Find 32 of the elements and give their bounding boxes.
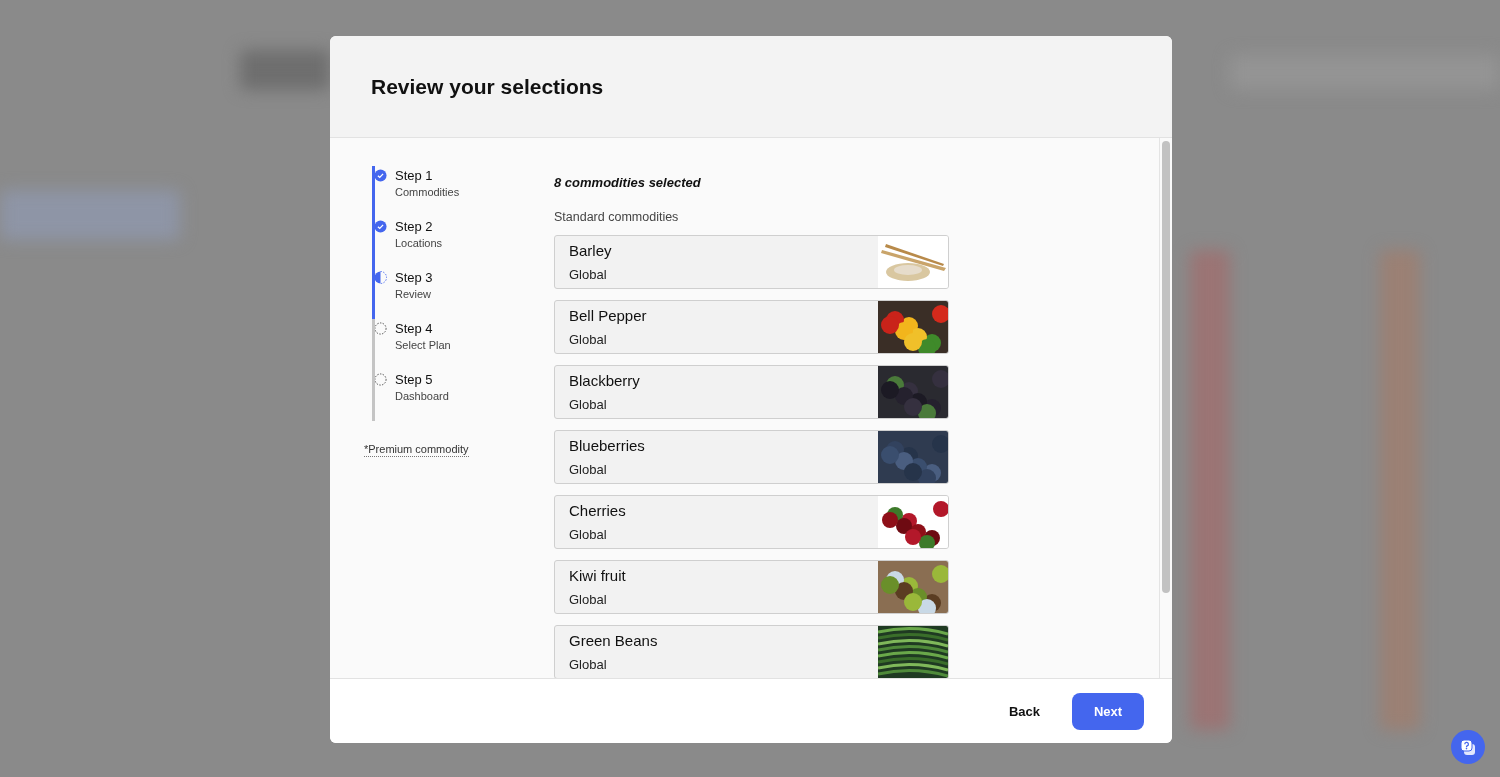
step-label: Step 3 <box>395 270 433 285</box>
selection-count: 8 commodities selected <box>554 175 702 190</box>
next-button[interactable]: Next <box>1072 692 1144 730</box>
commodity-region: Global <box>569 462 608 477</box>
commodity-region: Global <box>569 527 608 542</box>
dialog-title: Review your selections <box>371 74 604 99</box>
commodity-name: Blueberries <box>569 437 646 454</box>
commodity-name: Green Beans <box>569 632 659 649</box>
help-icon <box>1458 737 1478 757</box>
step-name: Dashboard <box>395 390 449 402</box>
back-button[interactable]: Back <box>996 693 1052 729</box>
step-name: Commodities <box>395 186 460 198</box>
step-label: Step 1 <box>395 168 434 183</box>
step-label: Step 2 <box>395 219 434 234</box>
step-name: Review <box>395 288 433 300</box>
commodity-region: Global <box>569 397 608 412</box>
commodity-region: Global <box>569 332 608 347</box>
commodity-region: Global <box>569 657 608 672</box>
commodity-region: Global <box>569 267 608 282</box>
commodity-name: Kiwi fruit <box>569 567 627 584</box>
step-name: Locations <box>395 237 443 249</box>
commodity-region: Global <box>569 592 608 607</box>
scrollbar[interactable] <box>1162 141 1170 593</box>
commodity-name: Blackberry <box>569 372 641 389</box>
commodity-name: Barley <box>569 242 613 259</box>
step-label: Step 5 <box>395 372 434 387</box>
premium-note: *Premium commodity <box>364 443 469 457</box>
step-name: Select Plan <box>395 339 451 351</box>
section-label: Standard commodities <box>554 210 680 224</box>
commodity-name: Bell Pepper <box>569 307 648 324</box>
step-label: Step 4 <box>395 321 434 336</box>
commodity-name: Cherries <box>569 502 627 519</box>
